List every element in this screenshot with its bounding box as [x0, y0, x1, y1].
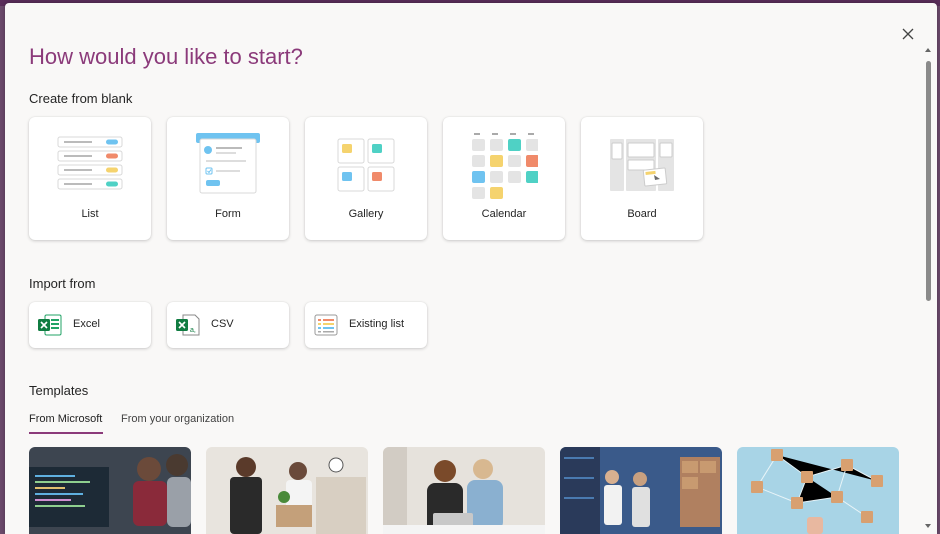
create-board-card[interactable]: Board	[581, 117, 703, 240]
template-thumbnail-onboarding[interactable]	[206, 447, 368, 534]
dialog-title: How would you like to start?	[29, 44, 303, 69]
onboarding-photo	[206, 447, 368, 534]
board-label: Board	[627, 208, 657, 220]
import-existing-list-card[interactable]: Existing list	[305, 302, 427, 348]
board-illustration-icon	[610, 139, 674, 191]
create-calendar-card[interactable]: Calendar	[443, 117, 565, 240]
network-photo	[737, 447, 899, 534]
gallery-label: Gallery	[348, 208, 384, 220]
import-csv-card[interactable]: a, CSV	[167, 302, 289, 348]
tab-from-your-organization[interactable]: From your organization	[121, 413, 234, 425]
tab-from-microsoft[interactable]: From Microsoft	[29, 413, 102, 425]
import-from-heading: Import from	[29, 276, 96, 291]
import-excel-card[interactable]: Excel	[29, 302, 151, 348]
excel-icon	[38, 314, 62, 336]
create-gallery-card[interactable]: Gallery	[305, 117, 427, 240]
gallery-illustration-icon	[337, 138, 395, 192]
warehouse-photo	[560, 447, 722, 534]
existing-list-icon	[314, 314, 338, 336]
meeting-photo	[383, 447, 545, 534]
svg-text:a,: a,	[190, 327, 196, 334]
scroll-up-arrow-icon[interactable]	[924, 47, 932, 53]
vertical-scrollbar[interactable]	[924, 47, 932, 531]
scrollbar-thumb[interactable]	[926, 61, 931, 301]
csv-icon: a,	[176, 314, 200, 336]
template-thumbnail-coding[interactable]	[29, 447, 191, 534]
scroll-down-arrow-icon[interactable]	[924, 523, 932, 529]
close-icon	[902, 28, 914, 40]
calendar-illustration-icon	[472, 133, 538, 199]
create-list-dialog: How would you like to start? Create from…	[5, 3, 937, 534]
form-label: Form	[215, 208, 241, 220]
template-thumbnail-warehouse[interactable]	[560, 447, 722, 534]
create-form-card[interactable]: Form	[167, 117, 289, 240]
template-thumbnail-network[interactable]	[737, 447, 899, 534]
existing-list-label: Existing list	[349, 318, 405, 330]
template-thumbnail-meeting[interactable]	[383, 447, 545, 534]
create-from-blank-heading: Create from blank	[29, 91, 133, 106]
list-illustration-icon	[57, 136, 123, 190]
form-illustration-icon	[196, 133, 260, 194]
coding-photo	[29, 447, 191, 534]
list-label: List	[81, 208, 99, 220]
excel-label: Excel	[73, 318, 100, 330]
calendar-label: Calendar	[481, 208, 527, 220]
active-tab-indicator	[29, 432, 103, 434]
templates-heading: Templates	[29, 383, 89, 398]
create-list-card[interactable]: List	[29, 117, 151, 240]
close-button[interactable]	[898, 24, 918, 44]
csv-label: CSV	[211, 318, 234, 330]
